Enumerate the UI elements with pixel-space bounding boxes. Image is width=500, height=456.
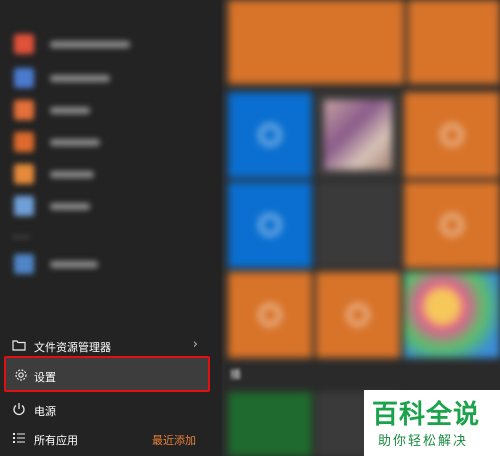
gear-icon xyxy=(14,368,28,382)
list-icon xyxy=(12,431,26,445)
app-list-item[interactable] xyxy=(6,64,206,94)
power-item[interactable]: 电源 xyxy=(0,395,212,425)
live-tiles-pane: 播 xyxy=(222,0,500,456)
power-icon xyxy=(12,402,26,416)
app-name-placeholder xyxy=(50,41,130,48)
folder-icon xyxy=(12,338,26,352)
file-explorer-label: 文件资源管理器 xyxy=(34,341,111,354)
tile[interactable] xyxy=(316,272,400,358)
tile-icon xyxy=(259,214,281,236)
watermark-title: 百科全说 xyxy=(372,400,481,430)
app-icon xyxy=(14,164,34,184)
tile[interactable] xyxy=(404,182,500,268)
recently-added-label[interactable]: 最近添加 xyxy=(152,432,196,448)
app-icon xyxy=(14,100,34,120)
tile-icon xyxy=(441,124,463,146)
watermark-logo: 百科全说 助你轻松解决 xyxy=(364,390,500,456)
power-label: 电源 xyxy=(34,405,56,418)
app-list-item[interactable] xyxy=(6,160,206,190)
tile[interactable] xyxy=(228,182,312,268)
app-name-placeholder xyxy=(50,107,90,114)
photo-thumbnail xyxy=(324,100,392,170)
app-icon xyxy=(14,196,34,216)
app-list-item[interactable] xyxy=(6,250,206,280)
tile[interactable] xyxy=(404,92,500,178)
app-list-item[interactable] xyxy=(6,96,206,126)
game-artwork xyxy=(404,272,500,358)
game-tile[interactable] xyxy=(404,272,500,358)
tile-wide[interactable] xyxy=(228,0,404,84)
app-list-item[interactable] xyxy=(6,192,206,222)
app-list-item[interactable] xyxy=(6,128,206,158)
app-name-placeholder xyxy=(50,203,90,210)
tile[interactable] xyxy=(228,92,312,178)
tile[interactable] xyxy=(228,392,312,456)
section-divider xyxy=(12,236,30,238)
blurred-tiles xyxy=(222,0,500,456)
tile-icon xyxy=(347,304,369,326)
app-list-item[interactable] xyxy=(6,30,206,60)
tile-icon xyxy=(259,304,281,326)
app-icon xyxy=(14,132,34,152)
settings-label: 设置 xyxy=(34,371,56,384)
all-apps-label: 所有应用 xyxy=(34,434,78,447)
settings-item[interactable]: 设置 xyxy=(4,356,210,392)
app-name-placeholder xyxy=(50,139,100,146)
tile-icon xyxy=(259,124,281,146)
photo-tile[interactable] xyxy=(316,92,400,178)
tile[interactable] xyxy=(228,272,312,358)
chevron-right-icon[interactable]: › xyxy=(193,337,198,352)
watermark-subtitle: 助你轻松解决 xyxy=(378,434,469,449)
start-menu-left-pane: 文件资源管理器 › 设置 电源 所有应用 最近添加 xyxy=(0,0,222,456)
app-icon xyxy=(14,34,34,54)
app-icon xyxy=(14,68,34,88)
app-name-placeholder xyxy=(50,171,94,178)
app-icon xyxy=(14,254,34,274)
tile-group-label: 播 xyxy=(230,368,241,381)
app-name-placeholder xyxy=(50,261,98,268)
app-name-placeholder xyxy=(50,75,110,82)
tile[interactable] xyxy=(316,182,400,268)
tile[interactable] xyxy=(408,0,500,84)
all-apps-item[interactable]: 所有应用 最近添加 xyxy=(0,424,212,454)
tile-icon xyxy=(441,214,463,236)
